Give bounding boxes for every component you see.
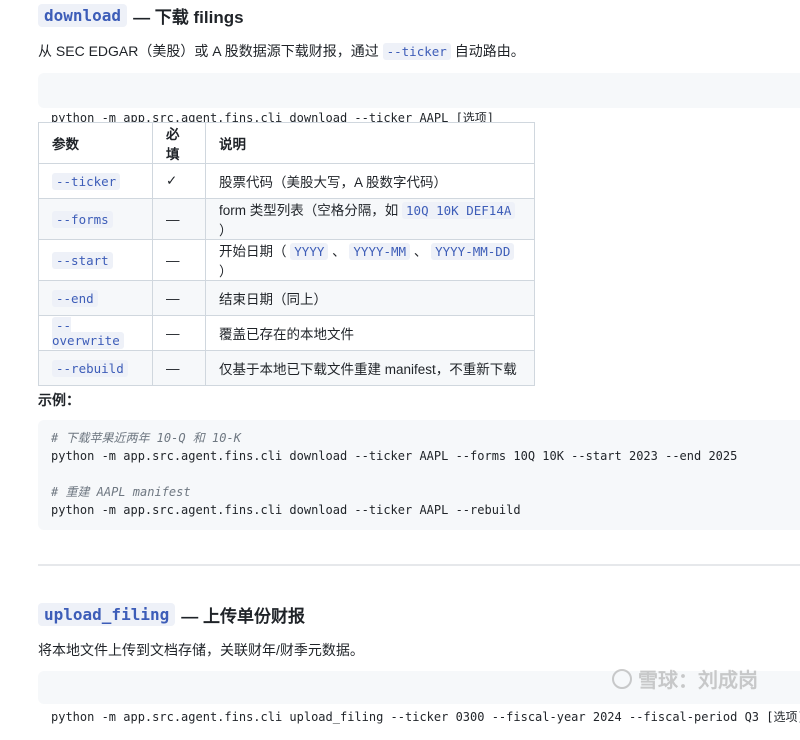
param-name: --ticker [52, 172, 121, 190]
param-name-cell: --overwrite [38, 315, 153, 351]
param-description: 开始日期（ YYYY 、 YYYY-MM 、 YYYY-MM-DD ） [205, 239, 535, 281]
param-name: --start [52, 251, 113, 269]
download-heading: download — 下载 filings [38, 3, 244, 28]
download-desc-text: 从 SEC EDGAR（美股）或 A 股数据源下载财报，通过 [38, 43, 379, 59]
param-description: 股票代码（美股大写，A 股数字代码） [205, 163, 535, 199]
param-description-code: YYYY [290, 243, 329, 260]
param-description-text: 、 [410, 244, 432, 259]
example-codeblock: # 下载苹果近两年 10-Q 和 10-K python -m app.src.a… [38, 420, 800, 530]
params-table-header-row: 参数 必填 说明 [38, 122, 535, 164]
param-description: 结束日期（同上） [205, 280, 535, 316]
download-usage-codeblock: python -m app.src.agent.fins.cli downloa… [38, 73, 800, 125]
watermark-text: 雪球：刘成岗 [638, 670, 758, 692]
param-description: 仅基于本地已下载文件重建 manifest，不重新下载 [205, 350, 535, 386]
watermark: 雪球：刘成岗 [612, 664, 758, 693]
param-required: — [152, 315, 206, 351]
param-description-text: 结束日期（同上） [219, 292, 327, 307]
upload-usage-line: python -m app.src.agent.fins.cli upload_… [51, 710, 800, 724]
param-description-code: YYYY-MM-DD [431, 243, 515, 260]
param-name-cell: --start [38, 239, 153, 281]
param-row: --ticker ✓ 股票代码（美股大写，A 股数字代码） [38, 163, 535, 199]
section-divider [38, 564, 800, 566]
param-description-text: 、 [328, 244, 350, 259]
param-name: --overwrite [52, 317, 124, 349]
param-description-text: 股票代码（美股大写，A 股数字代码） [219, 175, 448, 190]
param-row: --forms — form 类型列表（空格分隔，如 10Q 10K DEF14A … [38, 198, 535, 240]
param-required: — [152, 280, 206, 316]
param-name-cell: --rebuild [38, 350, 153, 386]
code-comment-line: # 下载苹果近两年 10-Q 和 10-K [51, 431, 241, 445]
param-required: — [152, 239, 206, 281]
code-line: python -m app.src.agent.fins.cli downloa… [51, 449, 738, 463]
header-description: 说明 [205, 122, 535, 164]
param-required: ✓ [152, 163, 206, 199]
param-name-cell: --forms [38, 198, 153, 240]
param-name-cell: --end [38, 280, 153, 316]
upload-heading: upload_filing — 上传单份财报 [38, 602, 305, 627]
param-description: 覆盖已存在的本地文件 [205, 315, 535, 351]
param-description-text: form 类型列表（空格分隔，如 [219, 203, 403, 218]
param-row: --rebuild — 仅基于本地已下载文件重建 manifest，不重新下载 [38, 350, 535, 386]
param-row: --start — 开始日期（ YYYY 、 YYYY-MM 、 YYYY-MM-D… [38, 239, 535, 281]
param-required: — [152, 350, 206, 386]
param-description-text: 覆盖已存在的本地文件 [219, 327, 354, 342]
example-label: 示例： [38, 392, 80, 408]
param-description-code: 10Q 10K DEF14A [402, 202, 516, 219]
params-table: 参数 必填 说明 --ticker ✓ 股票代码（美股大写，A 股数字代码） --fo… [38, 122, 535, 386]
param-required: — [152, 198, 206, 240]
param-row: --end — 结束日期（同上） [38, 280, 535, 316]
code-comment-line: # 重建 AAPL manifest [51, 485, 191, 499]
download-desc-code: --ticker [382, 43, 451, 60]
download-command-label: download [38, 4, 128, 27]
param-name-cell: --ticker [38, 163, 153, 199]
header-param: 参数 [38, 122, 153, 164]
header-required: 必填 [152, 122, 206, 164]
code-line: python -m app.src.agent.fins.cli downloa… [51, 503, 521, 517]
param-description-text: 仅基于本地已下载文件重建 manifest，不重新下载 [219, 362, 517, 377]
param-row: --overwrite — 覆盖已存在的本地文件 [38, 315, 535, 351]
snowball-logo-icon [612, 668, 632, 689]
download-description: 从 SEC EDGAR（美股）或 A 股数据源下载财报，通过 --ticker … [38, 41, 525, 61]
param-name: --rebuild [52, 359, 128, 377]
param-name: --end [52, 289, 98, 307]
param-description-text: ） [219, 223, 233, 238]
download-heading-title: — 下载 filings [133, 8, 244, 27]
upload-description: 将本地文件上传到文档存储，关联财年/财季元数据。 [38, 642, 364, 658]
download-desc-suffix: 自动路由。 [454, 43, 525, 59]
upload-command-label: upload_filing [38, 603, 176, 626]
param-description-text: ） [219, 264, 233, 279]
param-description-text: 开始日期（ [219, 244, 291, 259]
param-name: --forms [52, 210, 113, 228]
param-description-code: YYYY-MM [349, 243, 411, 260]
param-description: form 类型列表（空格分隔，如 10Q 10K DEF14A ） [205, 198, 535, 240]
upload-heading-title: — 上传单份财报 [181, 607, 305, 626]
